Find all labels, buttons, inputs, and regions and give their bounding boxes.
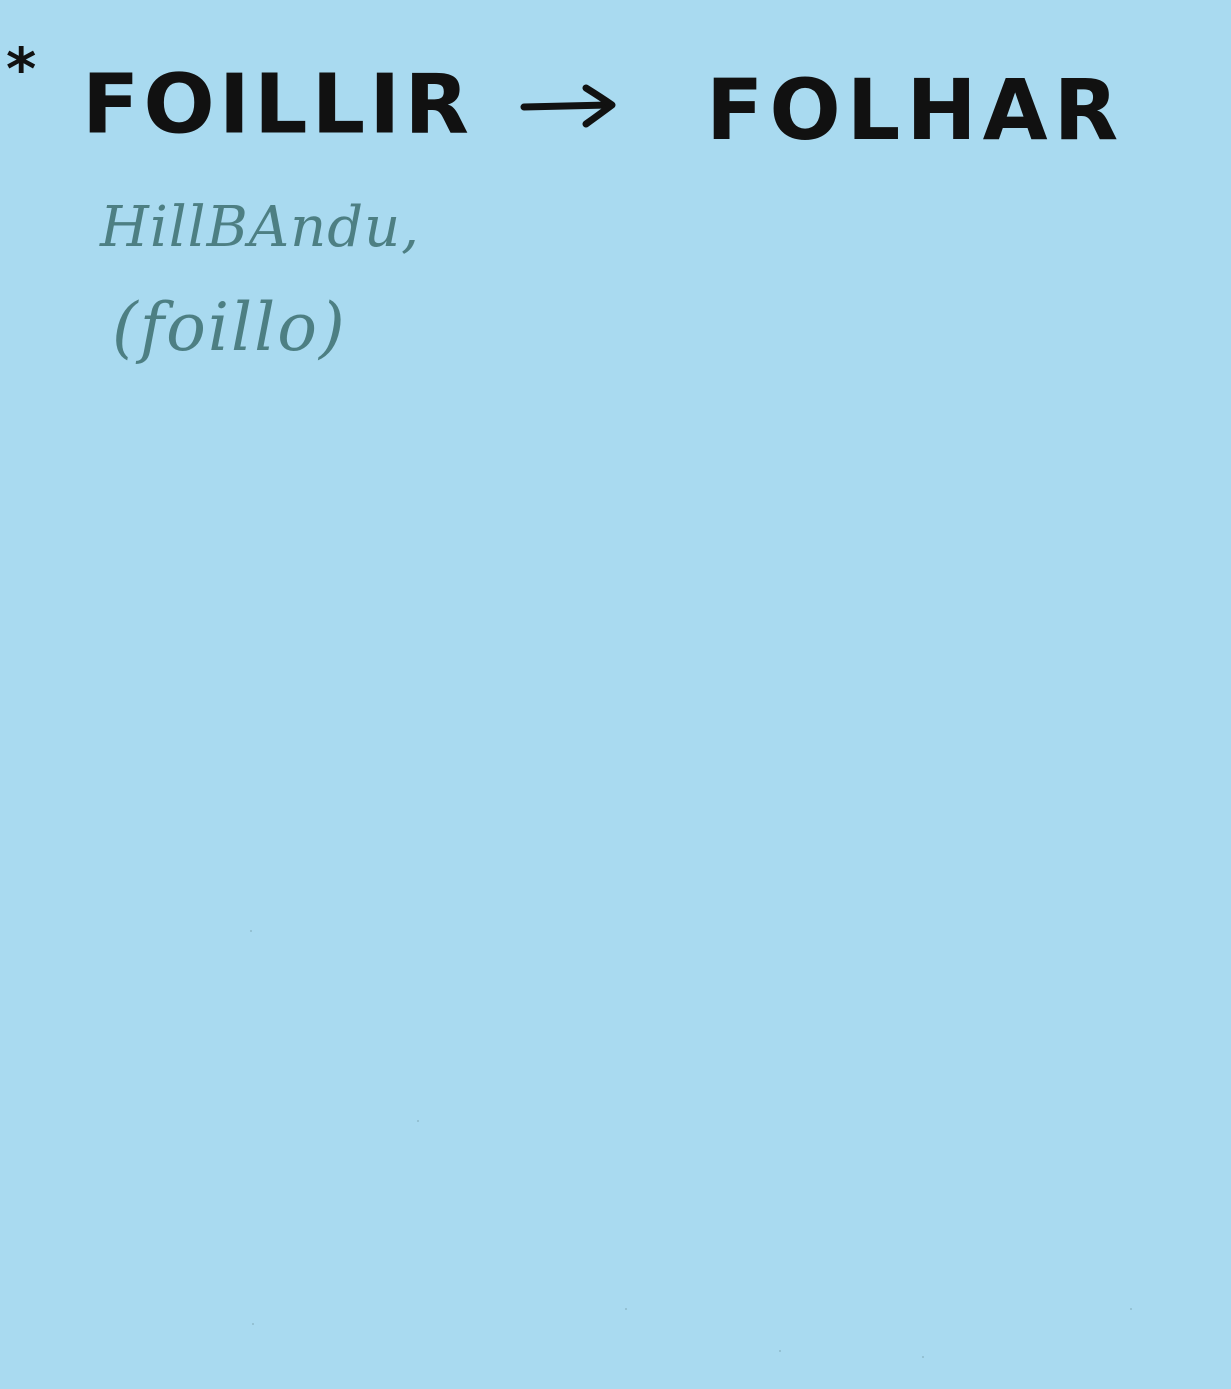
right-arrow-icon (520, 84, 616, 128)
paper-speck (922, 1356, 924, 1358)
asterisk-marker: * (6, 35, 37, 103)
headword: FOILLIR (82, 55, 474, 153)
form-note: (foillo) (112, 289, 347, 366)
paper-speck (625, 1308, 627, 1310)
paper-speck (779, 1350, 781, 1352)
source-note: HillBAndu, (100, 195, 420, 260)
paper-speck (1130, 1308, 1132, 1310)
target-word: FOLHAR (706, 61, 1125, 159)
index-card: * FOILLIR FOLHAR HillBAndu, (foillo) (0, 0, 1231, 1389)
paper-speck (417, 1120, 419, 1122)
entry-headline: * FOILLIR FOLHAR (0, 0, 1231, 170)
paper-speck (252, 1323, 254, 1325)
paper-speck (250, 930, 252, 932)
